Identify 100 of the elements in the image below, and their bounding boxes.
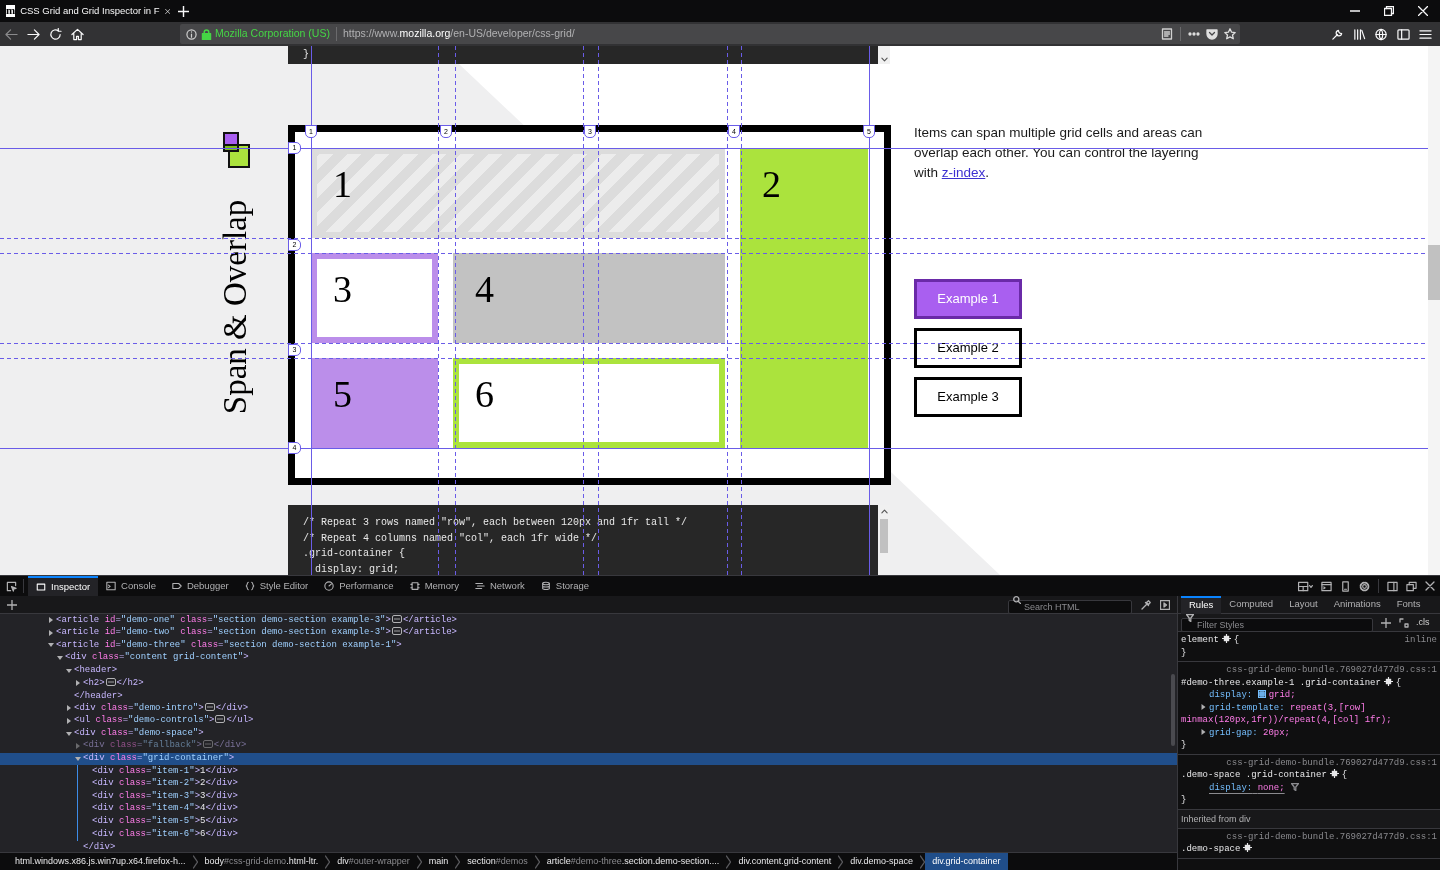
settings-icon[interactable]: [1359, 580, 1370, 592]
address-bar[interactable]: Mozilla Corporation (US) https://www.mozilla.org/en-US/developer/css-grid/: [180, 24, 1240, 44]
mobile-icon[interactable]: [1340, 580, 1351, 592]
markup-line[interactable]: <div class="content grid-content">: [0, 651, 1177, 665]
devtools-tab[interactable]: Storage: [532, 575, 598, 597]
eyedropper-icon[interactable]: [1141, 599, 1151, 610]
site-identity[interactable]: Mozilla Corporation (US): [215, 26, 330, 42]
ellipsis-icon[interactable]: [391, 614, 402, 623]
example-button[interactable]: Example 1: [914, 279, 1022, 319]
search-field[interactable]: Search HTML: [1008, 599, 1132, 614]
devtools-tab[interactable]: Network: [466, 575, 533, 597]
toggle-sidebar-icon[interactable]: [1160, 599, 1170, 610]
devtools-tab[interactable]: Performance: [316, 575, 402, 597]
rule-source-link[interactable]: css-grid-demo-bundle.769027d477d9.css:1: [1226, 664, 1437, 677]
rule-source-link[interactable]: inline: [1404, 634, 1437, 647]
star-icon[interactable]: [1224, 28, 1236, 40]
sidebar-tab[interactable]: Animations: [1325, 595, 1389, 614]
markup-scrollbar[interactable]: [1171, 674, 1175, 746]
library-icon[interactable]: [1353, 27, 1366, 41]
new-tab-icon[interactable]: [178, 5, 189, 17]
dock-side-icon[interactable]: [1387, 580, 1398, 592]
devtools-tab[interactable]: Console: [98, 575, 164, 597]
expand-caret-icon[interactable]: [1201, 704, 1206, 711]
ellipsis-icon[interactable]: [215, 715, 226, 724]
rule-source-link[interactable]: css-grid-demo-bundle.769027d477d9.css:1: [1226, 756, 1437, 769]
add-node-icon[interactable]: [7, 599, 17, 610]
element-picker-icon[interactable]: [6, 580, 17, 592]
filter-field[interactable]: Filter Styles: [1181, 617, 1373, 632]
filter-icon[interactable]: [1290, 783, 1299, 792]
breadcrumb[interactable]: div#outer-wrapper: [330, 853, 417, 870]
devtools-tab[interactable]: Style Editor: [236, 575, 317, 597]
responsive-icon[interactable]: [1297, 580, 1313, 592]
wrench-icon[interactable]: [1331, 27, 1344, 41]
info-icon[interactable]: [186, 28, 197, 40]
cls-button[interactable]: .cls: [1416, 615, 1430, 630]
breadcrumb[interactable]: div.content.grid-content: [731, 853, 839, 870]
ellipsis-icon[interactable]: [391, 627, 402, 636]
markup-line[interactable]: <div class="item-5">5</div>: [0, 815, 1177, 829]
breadcrumb[interactable]: section#demos: [460, 853, 535, 870]
markup-line[interactable]: <div class="demo-intro"> </div>: [0, 702, 1177, 715]
page-scrollbar[interactable]: [1428, 46, 1440, 575]
expanded-caret-icon[interactable]: [75, 755, 81, 762]
breadcrumb[interactable]: html.windows.x86.js.win7up.x64.firefox-h...: [8, 853, 193, 870]
devtools-tab[interactable]: Debugger: [163, 575, 237, 597]
caret-down-icon[interactable]: [880, 57, 888, 62]
breadcrumb[interactable]: main: [421, 853, 456, 870]
node-highlight-icon[interactable]: [1329, 769, 1339, 778]
markup-line[interactable]: <div class="item-4">4</div>: [0, 802, 1177, 816]
markup-line[interactable]: <div class="item-3">3</div>: [0, 790, 1177, 803]
expand-caret-icon[interactable]: [1201, 729, 1206, 736]
scroll-up-icon[interactable]: [880, 508, 888, 514]
css-declaration[interactable]: display: none;: [1181, 781, 1437, 794]
markup-line[interactable]: <div class="item-2">2</div>: [0, 777, 1177, 791]
collapsed-caret-icon[interactable]: [75, 680, 81, 687]
forward-icon[interactable]: [27, 27, 40, 41]
markup-line[interactable]: <article id="demo-one" class="section demo-section example-3"> </article>: [0, 614, 1177, 627]
breadcrumb[interactable]: body#css-grid-demo.html-ltr.: [197, 853, 326, 870]
url-text[interactable]: https://www.mozilla.org/en-US/developer/css-grid/: [342, 26, 575, 42]
markup-line[interactable]: <div class="item-6">6</div>: [0, 828, 1177, 841]
sidebar-tab[interactable]: Fonts: [1388, 595, 1429, 614]
markup-line[interactable]: <header>: [0, 664, 1177, 677]
devtools-tab[interactable]: Memory: [401, 575, 467, 597]
pocket-icon[interactable]: [1206, 28, 1218, 40]
css-declaration[interactable]: display: grid;: [1181, 689, 1437, 702]
separate-window-icon[interactable]: [1406, 580, 1417, 592]
markup-line[interactable]: </header>: [0, 689, 1177, 703]
sidebar-tab[interactable]: Layout: [1281, 595, 1326, 614]
reload-icon[interactable]: [49, 27, 62, 41]
markup-line[interactable]: <div class="item-1">1</div>: [0, 765, 1177, 778]
breadcrumb[interactable]: article#demo-three.section.demo-section....: [539, 853, 727, 870]
add-rule-icon[interactable]: [1381, 617, 1391, 628]
globe-icon[interactable]: [1375, 27, 1388, 41]
menu-icon[interactable]: [1419, 27, 1432, 41]
markup-line[interactable]: </div>: [0, 840, 1177, 852]
css-declaration[interactable]: grid-template: repeat(3,[row] minmax(120px,1fr))/repeat(4,[col] 1fr);: [1181, 701, 1437, 727]
node-highlight-icon[interactable]: [1383, 676, 1393, 686]
close-icon[interactable]: [1425, 581, 1435, 591]
expanded-caret-icon[interactable]: [66, 730, 72, 737]
breadcrumb[interactable]: div.demo-space: [843, 853, 921, 870]
sidebar-tab[interactable]: Computed: [1221, 595, 1282, 614]
scrollbar[interactable]: [878, 46, 890, 64]
markup-line[interactable]: <h2> </h2>: [0, 676, 1177, 690]
scrollbar-thumb[interactable]: [880, 519, 888, 553]
home-icon[interactable]: [71, 27, 84, 41]
close-icon[interactable]: [164, 6, 170, 16]
node-highlight-icon[interactable]: [1221, 634, 1231, 643]
example-button[interactable]: Example 3: [914, 377, 1022, 417]
ellipsis-icon[interactable]: [204, 702, 215, 711]
breadcrumb[interactable]: div.grid-container: [925, 853, 1008, 870]
node-highlight-icon[interactable]: [1243, 843, 1253, 852]
grid-toggle-icon[interactable]: [1257, 690, 1266, 698]
markup-line[interactable]: <article id="demo-two" class="section demo-section example-3"> </article>: [0, 626, 1177, 640]
rule-source-link[interactable]: css-grid-demo-bundle.769027d477d9.css:1: [1226, 830, 1437, 843]
ellipsis-icon[interactable]: [105, 677, 116, 686]
reader-view-icon[interactable]: [1161, 28, 1173, 40]
markup-line[interactable]: <article id="demo-three" class="section demo-section example-1">: [0, 639, 1177, 652]
sidebar-icon[interactable]: [1397, 27, 1410, 41]
markup-line[interactable]: <div class="demo-space">: [0, 727, 1177, 740]
css-declaration[interactable]: grid-gap: 20px;: [1181, 726, 1437, 739]
pseudo-class-icon[interactable]: [1399, 617, 1409, 628]
